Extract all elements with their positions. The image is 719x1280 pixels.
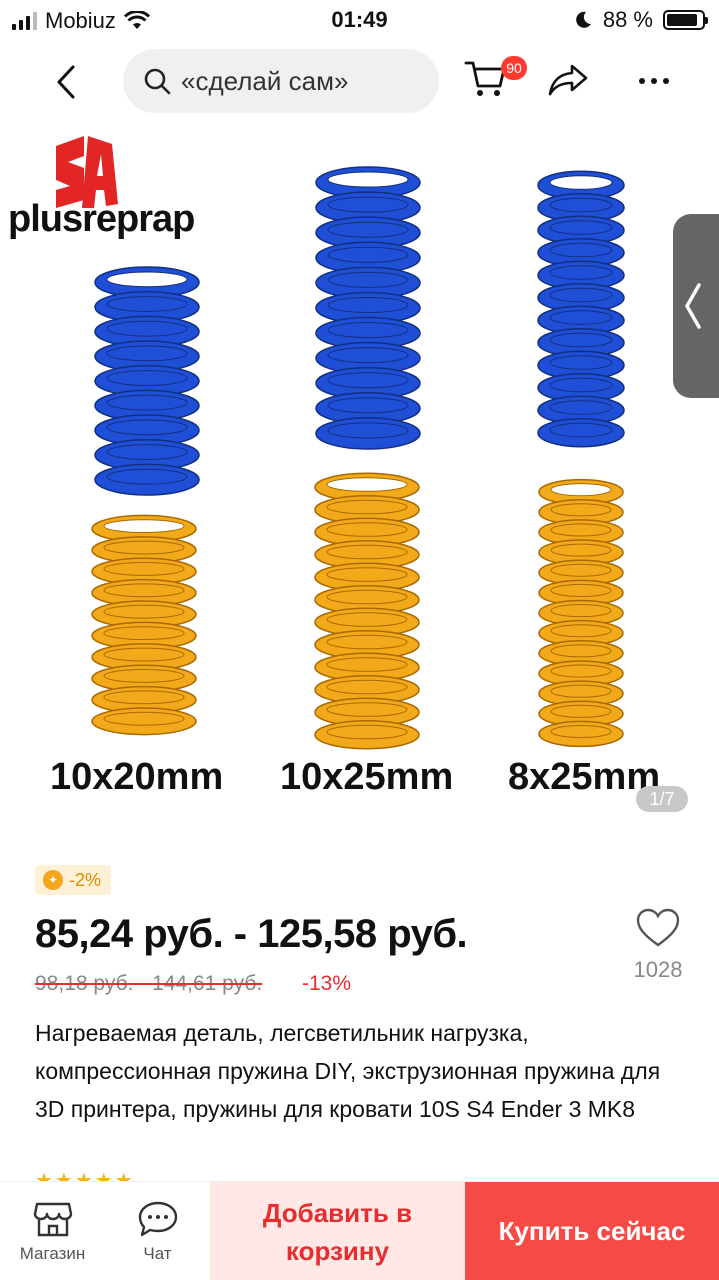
status-bar: Mobiuz 01:49 88 % [0,0,719,40]
wishlist-count: 1028 [633,957,683,982]
store-tab-label: Магазин [19,1243,86,1263]
chevron-left-icon [684,283,701,329]
product-title: Нагреваемая деталь, легсветильник нагруз… [35,1020,661,1122]
size-label: 10x25mm [280,756,454,798]
spring-icon [538,478,624,748]
spring-icon [315,166,421,450]
chat-icon [138,1201,177,1236]
chat-tab[interactable]: Чат [105,1182,210,1280]
spring-icon [314,472,420,750]
search-input[interactable]: «сделай сам» [123,49,439,113]
chat-tab-label: Чат [143,1243,172,1263]
promo-badge: ✦ -2% [35,865,112,895]
cart-badge: 90 [501,56,527,80]
spring-icon [91,514,197,736]
discount-percent: -13% [302,972,352,995]
wishlist-button[interactable]: 1028 [628,908,688,983]
nav-bar: «сделай сам» 90 [0,44,719,120]
dot-icon [663,78,669,84]
old-price: 98,18 руб. - 144,61 руб. [35,972,263,995]
promo-badge-text: -2% [69,869,102,890]
buy-now-label: Купить сейчас [498,1216,686,1246]
dot-icon [651,78,657,84]
chevron-left-icon [57,65,75,99]
add-to-cart-button[interactable]: Добавить в корзину [210,1182,465,1280]
price: 85,24 руб. - 125,58 руб. [35,912,468,956]
back-button[interactable] [44,58,88,106]
battery-icon [663,10,708,30]
page-indicator: 1/7 [636,786,688,812]
battery-percent: 88 % [602,7,653,32]
heart-icon [636,908,680,947]
coin-icon: ✦ [43,870,63,890]
springs-illustration [91,166,625,750]
share-icon [548,64,588,96]
spring-icon [94,266,200,496]
spring-icon [537,170,625,448]
dot-icon [639,78,645,84]
store-icon [33,1202,72,1236]
share-button[interactable] [546,58,594,106]
bottom-action-bar: Магазин Чат Добавить в корзину Купить се… [0,1181,719,1280]
buy-now-button[interactable]: Купить сейчас [465,1182,719,1280]
product-gallery[interactable]: plusreprap 10x20mm 10x25mm 8x25mm 1/7 [0,120,719,840]
add-to-cart-label: Добавить в корзину [262,1197,413,1266]
status-right: 88 % [573,7,708,33]
moon-icon [576,11,591,28]
side-panel-handle[interactable] [673,214,719,398]
store-tab[interactable]: Магазин [0,1182,105,1280]
search-text: «сделай сам» [181,65,349,96]
search-icon [144,68,171,95]
size-label: 10x20mm [50,756,224,798]
more-button[interactable] [632,64,676,98]
